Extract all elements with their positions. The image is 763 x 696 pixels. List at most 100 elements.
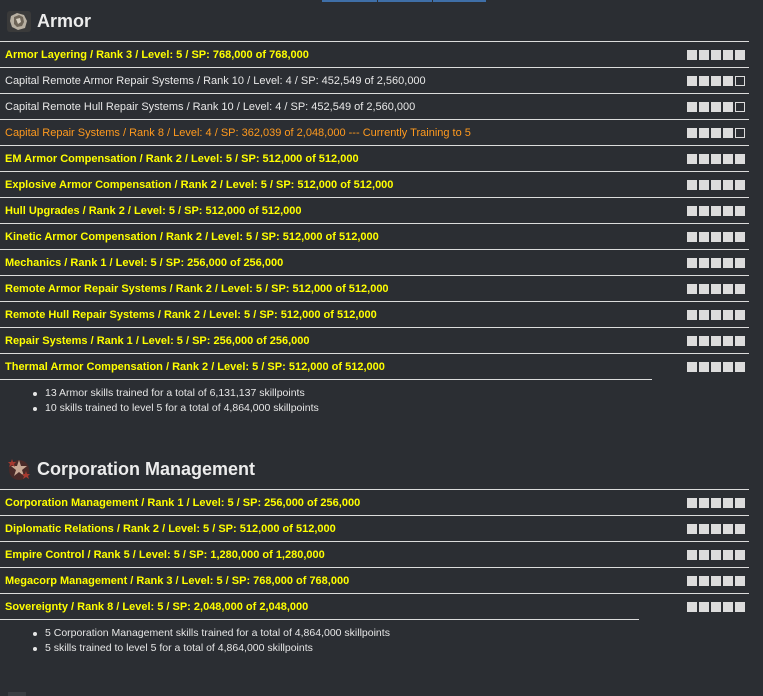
level-box-filled <box>723 257 733 268</box>
skill-row: EM Armor Compensation / Rank 2 / Level: … <box>0 146 749 172</box>
level-box-filled <box>687 575 697 586</box>
level-box-filled <box>687 601 697 612</box>
skill-group-corporation-management: Corporation Management Corporation Manag… <box>0 449 763 656</box>
level-box-filled <box>723 205 733 216</box>
level-box-filled <box>711 549 721 560</box>
level-box-filled <box>699 361 709 372</box>
level-indicator <box>687 523 745 534</box>
level-box-filled <box>687 497 697 508</box>
level-box-filled <box>723 179 733 190</box>
level-box-filled <box>687 205 697 216</box>
level-box-filled <box>723 497 733 508</box>
skill-text: Armor Layering / Rank 3 / Level: 5 / SP:… <box>5 48 309 61</box>
skill-text: Diplomatic Relations / Rank 2 / Level: 5… <box>5 522 336 535</box>
level-box-filled <box>687 127 697 138</box>
skill-text: Capital Remote Armor Repair Systems / Ra… <box>5 74 426 87</box>
level-box-filled <box>687 335 697 346</box>
level-indicator <box>687 497 745 508</box>
summary-item: 10 skills trained to level 5 for a total… <box>33 401 763 416</box>
level-box-filled <box>687 283 697 294</box>
level-box-filled <box>723 75 733 86</box>
level-indicator <box>687 549 745 560</box>
level-indicator <box>687 101 745 112</box>
level-box-filled <box>699 309 709 320</box>
level-box-filled <box>699 101 709 112</box>
level-box-filled <box>687 523 697 534</box>
summary-item: 5 skills trained to level 5 for a total … <box>33 641 763 656</box>
skill-row: Megacorp Management / Rank 3 / Level: 5 … <box>0 568 749 594</box>
skill-text: Explosive Armor Compensation / Rank 2 / … <box>5 178 394 191</box>
level-box-filled <box>687 257 697 268</box>
level-box-filled <box>711 497 721 508</box>
level-indicator <box>687 283 745 294</box>
level-box-filled <box>723 523 733 534</box>
level-box-filled <box>711 309 721 320</box>
level-box-filled <box>711 523 721 534</box>
skill-row: Explosive Armor Compensation / Rank 2 / … <box>0 172 749 198</box>
level-indicator <box>687 335 745 346</box>
skill-row: Sovereignty / Rank 8 / Level: 5 / SP: 2,… <box>0 594 749 619</box>
level-box-filled <box>687 75 697 86</box>
skill-row: Capital Remote Hull Repair Systems / Ran… <box>0 94 749 120</box>
level-box-filled <box>687 361 697 372</box>
level-box-empty <box>735 101 745 112</box>
level-indicator <box>687 205 745 216</box>
level-box-empty <box>735 75 745 86</box>
level-indicator <box>687 601 745 612</box>
level-box-filled <box>711 127 721 138</box>
level-indicator <box>687 361 745 372</box>
summary-item: 13 Armor skills trained for a total of 6… <box>33 386 763 401</box>
level-box-filled <box>711 575 721 586</box>
level-box-filled <box>699 575 709 586</box>
level-box-filled <box>723 361 733 372</box>
skill-list: Corporation Management / Rank 1 / Level:… <box>0 489 749 619</box>
level-box-filled <box>735 153 745 164</box>
level-box-filled <box>699 205 709 216</box>
level-indicator <box>687 257 745 268</box>
skill-text: Thermal Armor Compensation / Rank 2 / Le… <box>5 360 385 373</box>
skill-text: Empire Control / Rank 5 / Level: 5 / SP:… <box>5 548 325 561</box>
level-box-filled <box>711 205 721 216</box>
level-box-filled <box>711 601 721 612</box>
level-box-filled <box>687 153 697 164</box>
skill-row: Remote Hull Repair Systems / Rank 2 / Le… <box>0 302 749 328</box>
level-box-filled <box>699 75 709 86</box>
skill-text: Repair Systems / Rank 1 / Level: 5 / SP:… <box>5 334 310 347</box>
level-box-filled <box>699 153 709 164</box>
level-box-filled <box>699 257 709 268</box>
level-box-filled <box>711 335 721 346</box>
skill-text: Hull Upgrades / Rank 2 / Level: 5 / SP: … <box>5 204 302 217</box>
section-title: Corporation Management <box>37 458 256 479</box>
level-box-filled <box>699 231 709 242</box>
level-box-filled <box>699 601 709 612</box>
level-box-filled <box>735 523 745 534</box>
skill-row: Armor Layering / Rank 3 / Level: 5 / SP:… <box>0 42 749 68</box>
level-box-filled <box>723 49 733 60</box>
level-box-filled <box>699 179 709 190</box>
level-box-filled <box>711 231 721 242</box>
skill-text: Kinetic Armor Compensation / Rank 2 / Le… <box>5 230 379 243</box>
level-box-filled <box>735 601 745 612</box>
section-header: Corporation Management <box>0 449 763 489</box>
level-box-filled <box>735 49 745 60</box>
corporation-management-icon <box>8 459 30 480</box>
skill-text: Megacorp Management / Rank 3 / Level: 5 … <box>5 574 350 587</box>
skill-row: Corporation Management / Rank 1 / Level:… <box>0 490 749 516</box>
summary-list: 13 Armor skills trained for a total of 6… <box>33 386 763 416</box>
skill-row: Mechanics / Rank 1 / Level: 5 / SP: 256,… <box>0 250 749 276</box>
level-box-filled <box>723 101 733 112</box>
level-box-filled <box>711 283 721 294</box>
level-box-filled <box>723 127 733 138</box>
level-box-filled <box>735 309 745 320</box>
level-box-filled <box>711 75 721 86</box>
level-box-filled <box>735 575 745 586</box>
level-box-filled <box>699 549 709 560</box>
summary-divider <box>0 619 639 620</box>
level-box-filled <box>711 361 721 372</box>
level-box-filled <box>711 101 721 112</box>
level-indicator <box>687 75 745 86</box>
level-box-filled <box>735 205 745 216</box>
summary-list: 5 Corporation Management skills trained … <box>33 626 763 656</box>
level-box-filled <box>711 153 721 164</box>
skill-list: Armor Layering / Rank 3 / Level: 5 / SP:… <box>0 41 749 379</box>
